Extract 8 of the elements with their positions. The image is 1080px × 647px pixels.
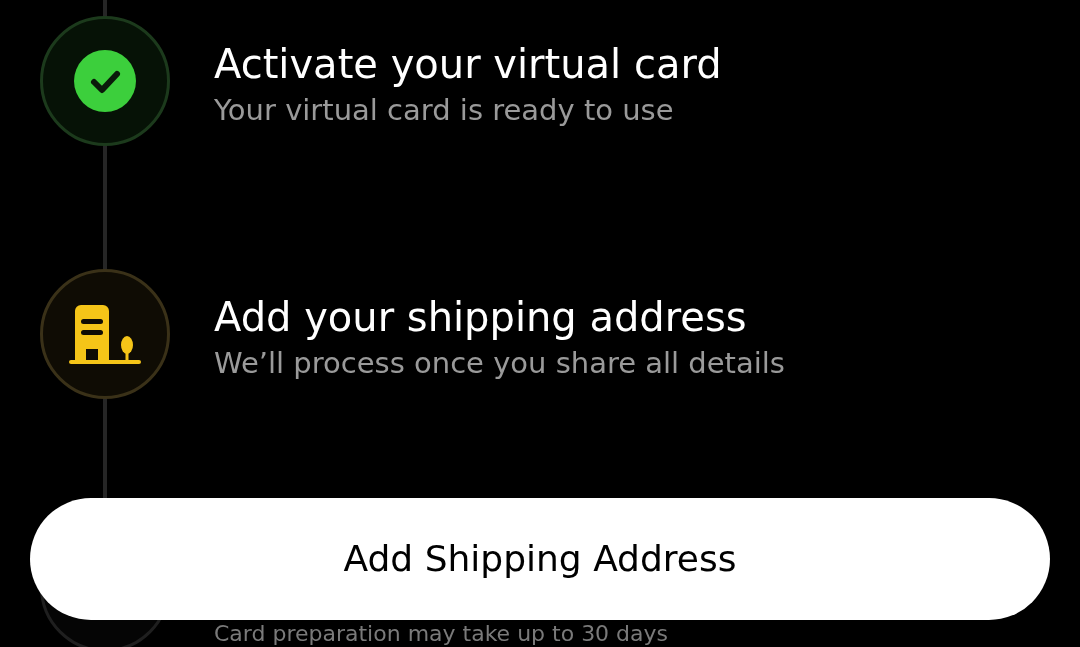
step-subtitle: We’ll process once you share all details [214,345,785,382]
step-title: Activate your virtual card [214,40,722,89]
step-subtitle: Your virtual card is ready to use [214,92,675,129]
step-title: Add your shipping address [214,293,748,342]
add-shipping-address-button[interactable]: Add Shipping Address [30,498,1050,620]
building-icon [69,303,141,365]
step-subtitle: Card preparation may take up to 30 days [214,621,669,647]
check-icon [74,50,136,112]
